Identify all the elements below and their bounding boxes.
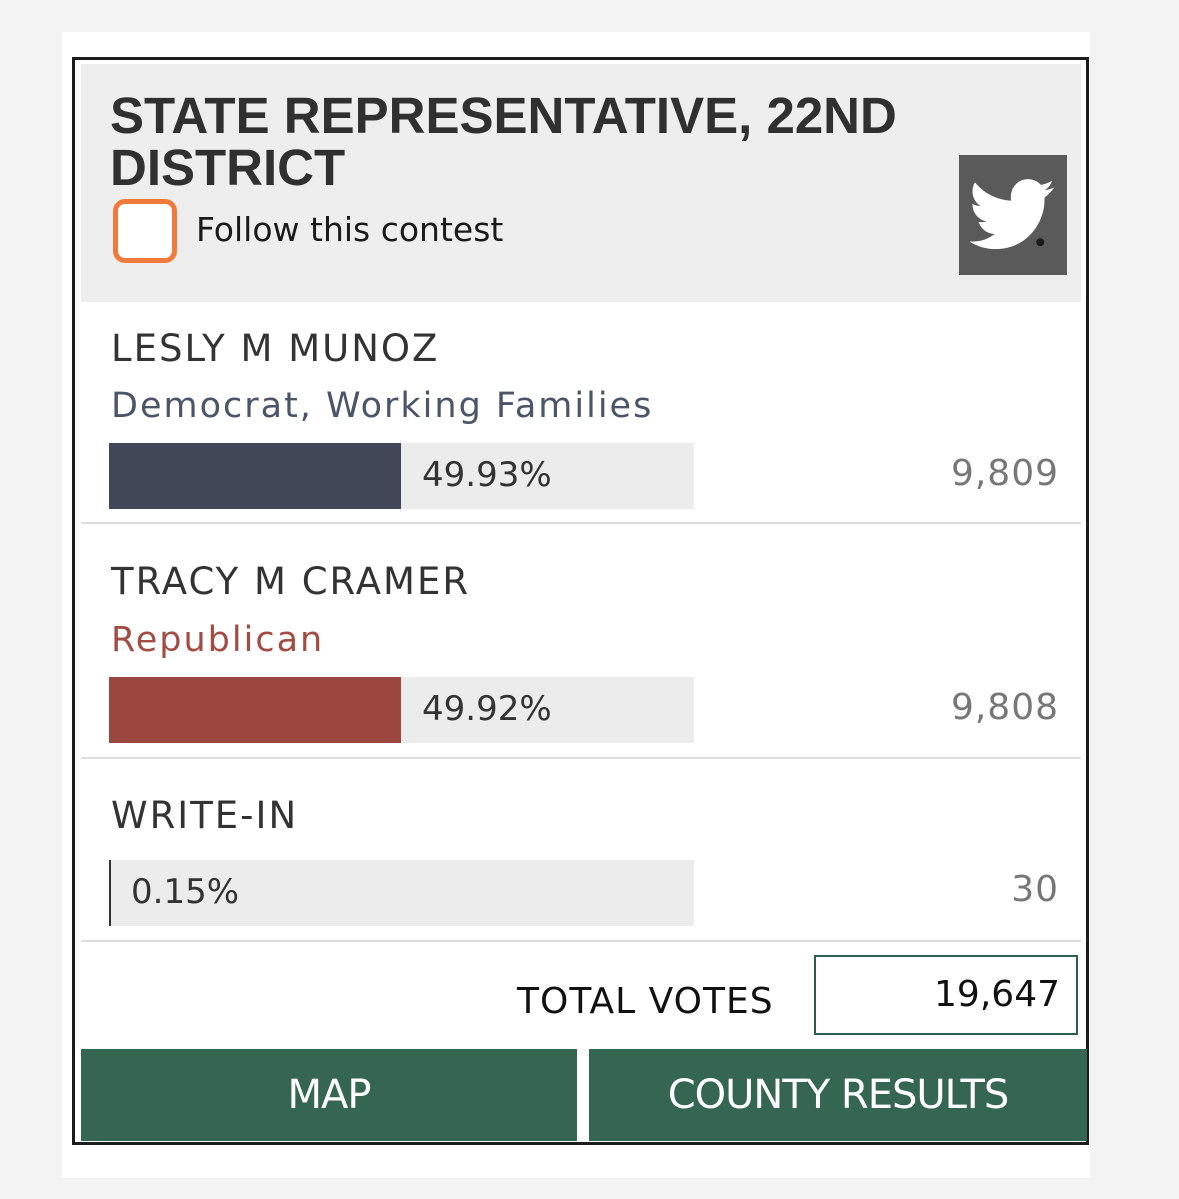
vote-share-bar: 49.92% (109, 677, 694, 743)
contest-card-body: STATE REPRESENTATIVE, 22ND DISTRICT Foll… (81, 64, 1087, 1141)
follow-label[interactable]: Follow this contest (196, 210, 503, 249)
candidate-party: Democrat, Working Families (111, 386, 654, 426)
vote-share-fill (109, 677, 401, 743)
vote-share-percent: 49.93% (422, 455, 552, 495)
candidate-votes: 9,809 (950, 453, 1059, 494)
candidate-row-munoz: LESLY M MUNOZ Democrat, Working Families… (81, 302, 1081, 524)
vote-share-percent: 49.92% (422, 689, 552, 729)
candidate-name: LESLY M MUNOZ (111, 327, 440, 370)
vote-share-bar: 49.93% (109, 443, 694, 509)
candidate-name: TRACY M CRAMER (111, 560, 471, 603)
candidate-votes: 30 (1011, 869, 1059, 910)
twitter-bird-icon (970, 179, 1055, 250)
twitter-share-button[interactable] (959, 155, 1067, 275)
map-button[interactable]: MAP (81, 1049, 577, 1141)
total-votes-value: 19,647 (934, 974, 1060, 1015)
vote-share-percent: 0.15% (131, 872, 240, 912)
vote-share-fill (109, 443, 401, 509)
candidate-name: WRITE-IN (111, 794, 299, 837)
follow-checkbox[interactable] (113, 199, 177, 263)
candidate-party: Republican (111, 620, 325, 660)
total-votes-label: TOTAL VOTES (517, 981, 774, 1022)
candidate-row-cramer: TRACY M CRAMER Republican 49.92% 9,808 (81, 524, 1081, 759)
county-results-button[interactable]: COUNTY RESULTS (589, 1049, 1087, 1141)
contest-header: STATE REPRESENTATIVE, 22ND DISTRICT Foll… (81, 64, 1081, 302)
candidate-row-write-in: WRITE-IN 0.15% 30 (81, 759, 1081, 942)
candidate-votes: 9,808 (950, 687, 1059, 728)
vote-share-bar: 0.15% (109, 860, 694, 926)
contest-card: STATE REPRESENTATIVE, 22ND DISTRICT Foll… (72, 57, 1089, 1145)
contest-title: STATE REPRESENTATIVE, 22ND DISTRICT (110, 87, 897, 196)
total-votes-box: 19,647 (814, 955, 1078, 1035)
vote-share-fill (109, 860, 111, 926)
